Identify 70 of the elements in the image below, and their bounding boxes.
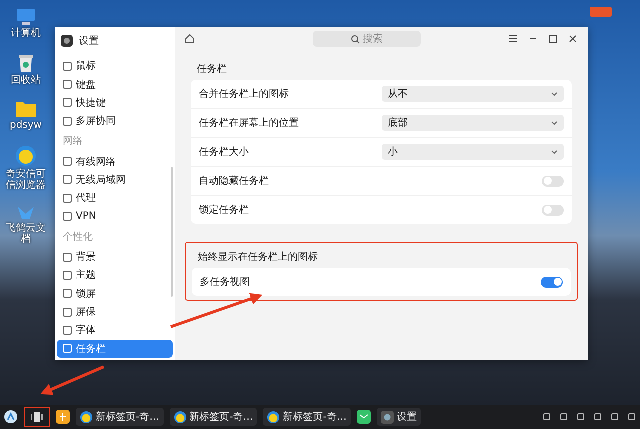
sidebar-item[interactable]: 鼠标 — [57, 57, 173, 76]
window-title: 设置 — [79, 34, 99, 48]
browser-icon — [174, 410, 187, 424]
toggle-switch[interactable] — [542, 204, 564, 216]
input-method-icon[interactable] — [590, 7, 612, 17]
tray-icon[interactable] — [543, 413, 551, 421]
tray-icon[interactable] — [594, 413, 602, 421]
taskbar-task[interactable]: 设置 — [376, 408, 421, 426]
browser-icon — [80, 410, 93, 424]
monitor-icon[interactable] — [16, 8, 36, 26]
sidebar-item[interactable]: 键盘 — [57, 75, 173, 94]
tray-icon[interactable] — [577, 413, 585, 421]
close-icon[interactable] — [568, 34, 578, 44]
home-icon[interactable] — [185, 34, 195, 44]
desktop-icon-label[interactable]: pdsyw — [10, 120, 42, 131]
sidebar-item[interactable]: 锁屏 — [57, 284, 173, 303]
desktop-icon-label[interactable]: 奇安信可信浏览器 — [4, 169, 48, 191]
toggle-switch[interactable] — [542, 176, 564, 186]
sidebar-section-title: 个性化 — [62, 230, 94, 245]
chevron-icon — [551, 92, 558, 96]
taskbar-task[interactable]: 新标签页-奇… — [263, 408, 351, 426]
sidebar-item[interactable]: 任务栏 — [57, 340, 173, 358]
annotation-arrow — [40, 366, 105, 396]
desktop-icon-label[interactable]: 计算机 — [11, 28, 41, 39]
sidebar-item[interactable]: 快捷键 — [57, 94, 173, 112]
chevron-icon — [551, 150, 558, 154]
multitask-view-icon[interactable] — [30, 411, 44, 423]
setting-label: 多任务视图 — [200, 276, 250, 289]
toggle-switch[interactable] — [541, 276, 563, 288]
dropdown[interactable]: 从不 — [382, 86, 564, 102]
setting-label: 锁定任务栏 — [199, 204, 249, 217]
sidebar-item[interactable]: 无线局域网 — [57, 170, 173, 190]
sidebar-item[interactable]: 背景 — [57, 248, 173, 266]
browser-icon[interactable] — [15, 145, 37, 167]
launcher-icon[interactable] — [4, 410, 18, 424]
sidebar-item[interactable]: 有线网络 — [57, 152, 173, 171]
dropdown[interactable]: 小 — [382, 144, 564, 160]
chat-icon[interactable] — [356, 410, 371, 424]
setting-label: 合并任务栏上的图标 — [199, 88, 289, 101]
sidebar-item[interactable]: VPN — [57, 208, 173, 226]
settings-icon — [380, 410, 394, 424]
tray-icon[interactable] — [560, 413, 568, 421]
settings-icon — [61, 35, 73, 47]
sidebar-item[interactable]: 多屏协同 — [57, 112, 173, 130]
taskbar-task[interactable]: 新标签页-奇… — [170, 408, 258, 426]
scrollbar[interactable] — [171, 167, 173, 297]
tray-icon[interactable] — [611, 413, 619, 421]
browser-icon — [267, 410, 280, 424]
setting-label: 自动隐藏任务栏 — [199, 174, 269, 188]
search-icon — [351, 34, 360, 44]
taskbar-task[interactable]: 新标签页-奇… — [76, 408, 164, 426]
group-title: 始终显示在任务栏上的图标 — [197, 250, 319, 265]
dropdown[interactable]: 底部 — [382, 115, 564, 131]
sidebar-item[interactable]: 字体 — [57, 321, 173, 340]
folder-icon[interactable] — [15, 100, 37, 118]
menu-icon[interactable] — [508, 34, 518, 44]
setting-label: 任务栏在屏幕上的位置 — [199, 116, 299, 130]
group-title: 任务栏 — [196, 62, 228, 77]
sidebar-item[interactable]: 屏保 — [57, 302, 173, 322]
sidebar-item[interactable]: 主题 — [57, 266, 173, 285]
sidebar-item[interactable]: 代理 — [57, 189, 173, 208]
chevron-icon — [551, 120, 558, 126]
maximize-icon[interactable] — [548, 34, 558, 44]
desktop-icon-label[interactable]: 飞鸽云文档 — [4, 223, 48, 245]
sidebar-section-title: 网络 — [62, 135, 84, 150]
tray-icon[interactable] — [628, 413, 636, 421]
setting-label: 任务栏大小 — [199, 146, 249, 159]
trash-icon[interactable] — [18, 53, 34, 73]
app-icon[interactable] — [56, 410, 70, 424]
desktop-icon-label[interactable]: 回收站 — [11, 75, 41, 86]
